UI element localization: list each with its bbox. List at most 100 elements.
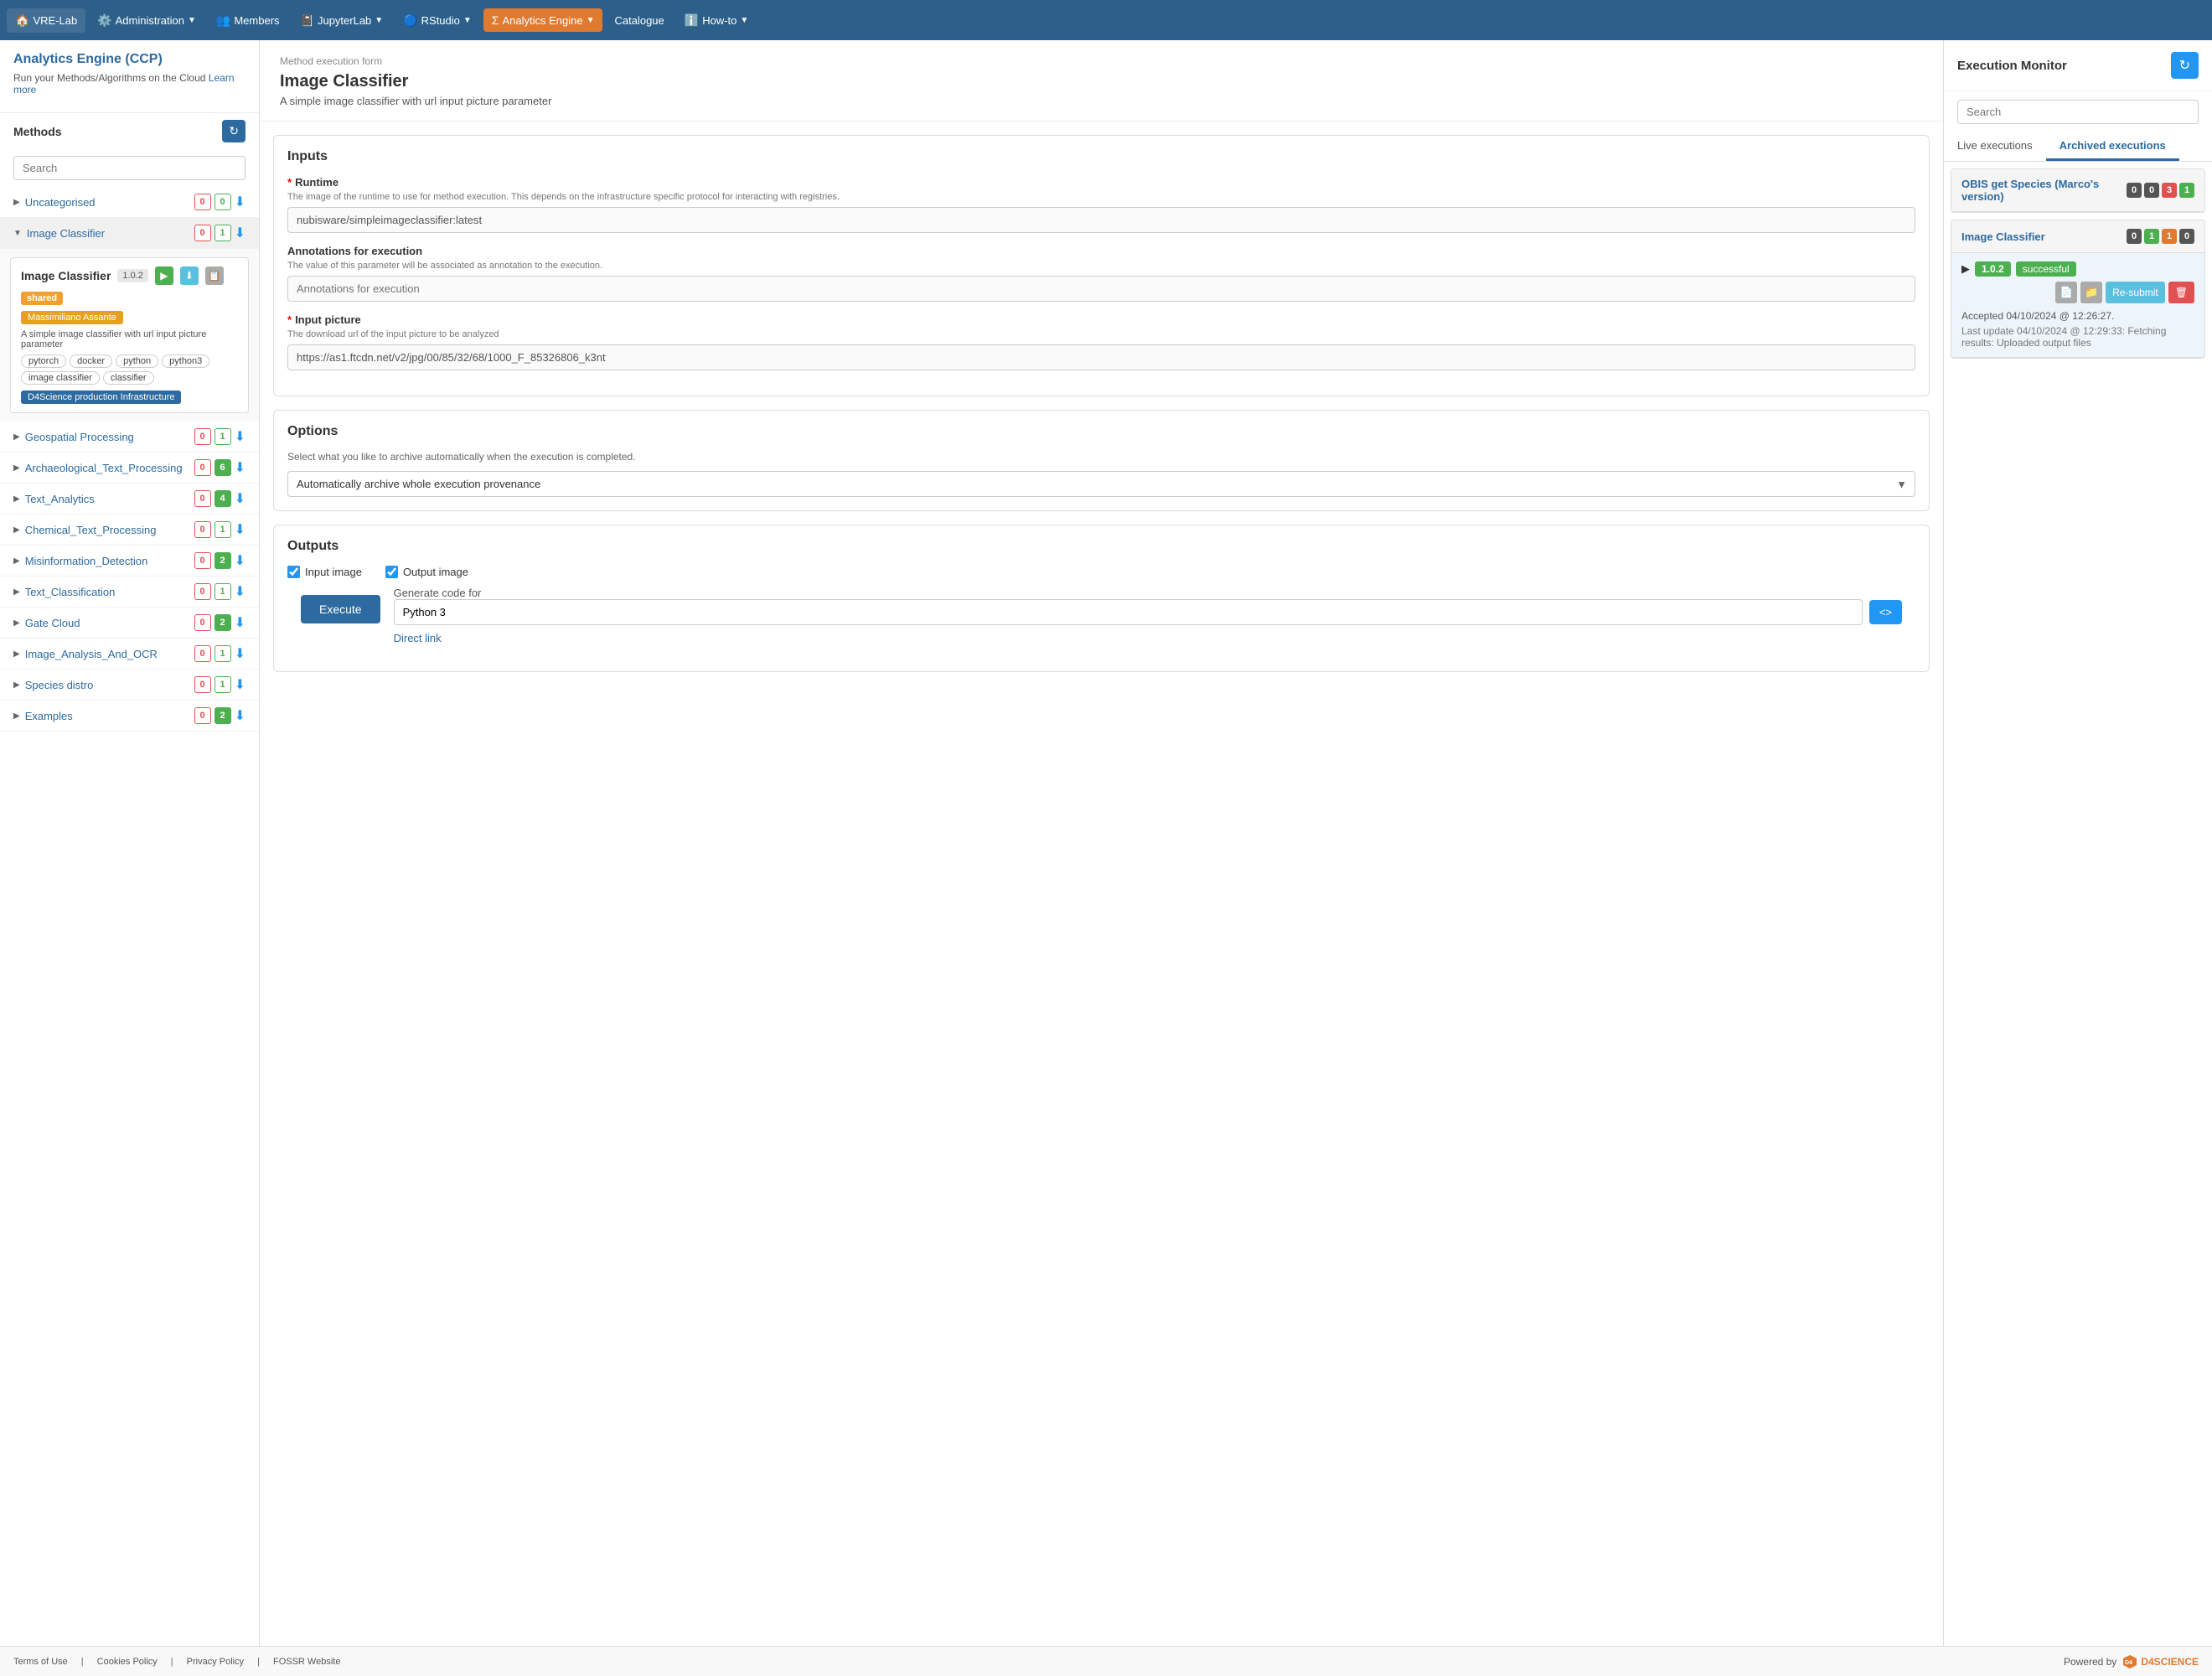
- required-marker: *: [287, 313, 292, 326]
- badge-green: 0: [214, 194, 231, 210]
- tab-archived-executions[interactable]: Archived executions: [2046, 132, 2179, 161]
- badge-0: 0: [2127, 183, 2142, 198]
- exec-item-header: ▶ 1.0.2 successful 📄 📁 Re-submit 🗑: [1961, 261, 2194, 303]
- chevron-down-icon-5: ▼: [740, 16, 748, 25]
- input-picture-desc: The download url of the input picture to…: [287, 329, 1915, 339]
- execute-button[interactable]: Execute: [301, 595, 380, 623]
- download-icon[interactable]: ⬇: [235, 459, 245, 476]
- output-image-checkbox[interactable]: [385, 566, 398, 578]
- exec-item-image-classifier: ▶ 1.0.2 successful 📄 📁 Re-submit 🗑 Accep…: [1951, 253, 2204, 358]
- download-icon[interactable]: ⬇: [235, 583, 245, 600]
- badge-red: 0: [194, 225, 211, 241]
- author-badge: Massimiliano Assante: [21, 311, 123, 324]
- resubmit-button[interactable]: Re-submit: [2106, 282, 2165, 303]
- info-icon: ℹ️: [685, 13, 699, 28]
- input-picture-input[interactable]: [287, 344, 1915, 370]
- delete-button[interactable]: 🗑: [2168, 282, 2194, 303]
- exec-group-obis-header[interactable]: OBIS get Species (Marco's version) 0 0 3…: [1951, 169, 2204, 212]
- execution-monitor-refresh-button[interactable]: ↻: [2171, 52, 2199, 79]
- nav-catalogue[interactable]: Catalogue: [606, 9, 672, 32]
- category-geospatial[interactable]: ▶ Geospatial Processing 0 1 ⬇: [0, 422, 259, 453]
- execution-search-input[interactable]: [1957, 100, 2199, 124]
- category-species-distro[interactable]: ▶ Species distro 0 1 ⬇: [0, 670, 259, 701]
- download-icon[interactable]: ⬇: [235, 490, 245, 507]
- archive-select[interactable]: Automatically archive whole execution pr…: [287, 471, 1915, 497]
- input-image-checkbox[interactable]: [287, 566, 300, 578]
- nav-administration[interactable]: ⚙️ Administration ▼: [89, 8, 204, 33]
- annotations-field: Annotations for execution The value of t…: [287, 245, 1915, 302]
- category-uncategorised[interactable]: ▶ Uncategorised 0 0 ⬇: [0, 187, 259, 218]
- category-gate-cloud[interactable]: ▶ Gate Cloud 0 2 ⬇: [0, 608, 259, 639]
- annotations-input[interactable]: [287, 276, 1915, 302]
- tag-docker: docker: [70, 354, 112, 368]
- methods-refresh-button[interactable]: ↻: [222, 120, 245, 142]
- footer-fossr-link[interactable]: FOSSR Website: [273, 1657, 341, 1667]
- download-icon[interactable]: ⬇: [235, 707, 245, 724]
- exec-doc-button[interactable]: 📄: [2055, 282, 2077, 303]
- code-gen-button[interactable]: <>: [1869, 600, 1902, 624]
- input-image-checkbox-item[interactable]: Input image: [287, 566, 362, 578]
- nav-jupyterlab[interactable]: 📓 JupyterLab ▼: [292, 8, 392, 33]
- nav-members-label: Members: [234, 14, 279, 27]
- download-icon[interactable]: ⬇: [235, 521, 245, 538]
- runtime-desc: The image of the runtime to use for meth…: [287, 192, 1915, 202]
- nav-analytics-engine[interactable]: Σ Analytics Engine ▼: [483, 8, 603, 32]
- footer-privacy-link[interactable]: Privacy Policy: [187, 1657, 244, 1667]
- category-image-classifier[interactable]: ▼ Image Classifier 0 1 ⬇: [0, 218, 259, 249]
- output-image-checkbox-item[interactable]: Output image: [385, 566, 468, 578]
- jupyter-icon: 📓: [300, 13, 314, 28]
- download-icon[interactable]: ⬇: [235, 428, 245, 445]
- execution-tabs: Live executions Archived executions: [1944, 132, 2212, 162]
- inputs-section: Inputs * Runtime The image of the runtim…: [273, 135, 1930, 396]
- tab-live-executions[interactable]: Live executions: [1944, 132, 2046, 161]
- execute-col: Execute: [301, 587, 380, 623]
- footer-terms-link[interactable]: Terms of Use: [13, 1657, 68, 1667]
- download-icon[interactable]: ⬇: [235, 645, 245, 662]
- category-archaeological[interactable]: ▶ Archaeological_Text_Processing 0 6 ⬇: [0, 453, 259, 484]
- exec-group-image-classifier-name[interactable]: Image Classifier: [1961, 230, 2045, 243]
- exec-group-obis-name[interactable]: OBIS get Species (Marco's version): [1961, 178, 2127, 203]
- home-icon: 🏠: [15, 13, 29, 28]
- runtime-input[interactable]: [287, 207, 1915, 233]
- footer-cookies-link[interactable]: Cookies Policy: [97, 1657, 158, 1667]
- badge-green: 1: [214, 225, 231, 241]
- download-icon[interactable]: ⬇: [235, 552, 245, 569]
- nav-rstudio[interactable]: 🔵 RStudio ▼: [395, 8, 480, 33]
- nav-howto[interactable]: ℹ️ How-to ▼: [676, 8, 757, 33]
- analytics-engine-title: Analytics Engine (CCP): [13, 52, 245, 67]
- exec-group-image-classifier: Image Classifier 0 1 1 0 ▶ 1.0.2 success…: [1951, 220, 2205, 359]
- version-badge: 1.0.2: [117, 269, 147, 282]
- exec-badges-image-classifier: 0 1 1 0: [2127, 229, 2194, 244]
- category-text-classification[interactable]: ▶ Text_Classification 0 1 ⬇: [0, 577, 259, 608]
- category-image-analysis[interactable]: ▶ Image_Analysis_And_OCR 0 1 ⬇: [0, 639, 259, 670]
- tag-image-classifier: image classifier: [21, 371, 100, 385]
- info-button[interactable]: ⬇: [180, 266, 199, 285]
- badge-3: 3: [2162, 183, 2177, 198]
- copy-button[interactable]: 📋: [205, 266, 224, 285]
- download-icon[interactable]: ⬇: [235, 194, 245, 210]
- arrow-icon: ▶: [13, 432, 20, 442]
- badge-0b: 0: [2144, 183, 2159, 198]
- exec-group-image-classifier-header[interactable]: Image Classifier 0 1 1 0: [1951, 220, 2204, 253]
- play-button[interactable]: ▶: [155, 266, 173, 285]
- gear-icon: ⚙️: [97, 13, 111, 28]
- category-misinformation[interactable]: ▶ Misinformation_Detection 0 2 ⬇: [0, 546, 259, 577]
- download-icon[interactable]: ⬇: [235, 614, 245, 631]
- category-text-analytics[interactable]: ▶ Text_Analytics 0 4 ⬇: [0, 484, 259, 515]
- category-chemical[interactable]: ▶ Chemical_Text_Processing 0 1 ⬇: [0, 515, 259, 546]
- codegen-col: Generate code for <> Direct link: [394, 587, 1902, 644]
- download-icon[interactable]: ⬇: [235, 676, 245, 693]
- exec-file-button[interactable]: 📁: [2080, 282, 2102, 303]
- methods-search-input[interactable]: [13, 156, 245, 180]
- bottom-section: Execute Generate code for <> Direct link: [301, 587, 1902, 644]
- code-gen-label: Generate code for: [394, 587, 1902, 599]
- code-gen-input[interactable]: [394, 599, 1863, 625]
- direct-link[interactable]: Direct link: [394, 632, 1902, 644]
- nav-jupyterlab-label: JupyterLab: [318, 14, 371, 27]
- nav-howto-label: How-to: [702, 14, 736, 27]
- nav-vre-lab[interactable]: 🏠 VRE-Lab: [7, 8, 85, 33]
- category-examples[interactable]: ▶ Examples 0 2 ⬇: [0, 701, 259, 732]
- nav-members[interactable]: 👥 Members: [208, 8, 288, 33]
- method-description: A simple image classifier with url input…: [21, 329, 238, 349]
- download-icon[interactable]: ⬇: [235, 225, 245, 241]
